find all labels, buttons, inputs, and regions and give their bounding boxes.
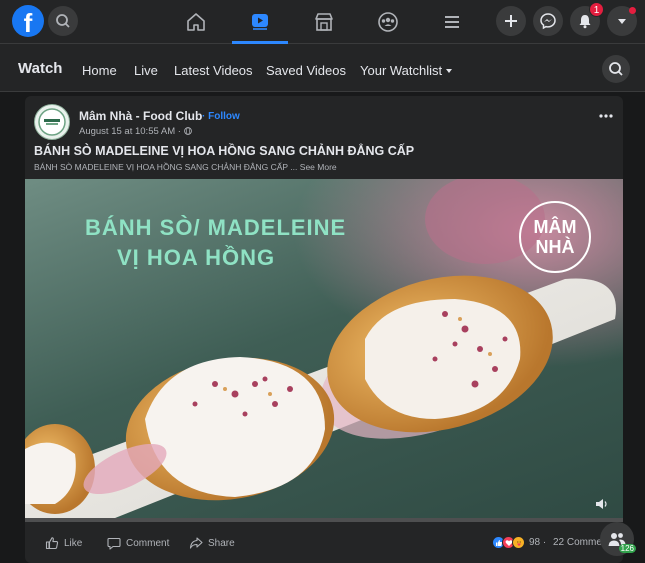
messenger-button[interactable] bbox=[533, 6, 563, 36]
search-icon bbox=[56, 14, 70, 28]
watch-link-home[interactable]: Home bbox=[82, 63, 117, 78]
marketplace-icon bbox=[315, 13, 333, 31]
hamburger-menu-icon bbox=[445, 16, 459, 28]
video-overlay-title-line1: BÁNH SÒ/ MADELEINE bbox=[85, 215, 347, 240]
video-player[interactable]: BÁNH SÒ/ MADELEINE VỊ HOA HỒNG MÂM NHÀ bbox=[25, 179, 623, 522]
comment-icon bbox=[107, 537, 121, 550]
watch-search-button[interactable] bbox=[602, 55, 630, 83]
speaker-icon bbox=[596, 499, 607, 509]
video-watermark-logo: MÂM NHÀ bbox=[519, 201, 591, 273]
tab-groups[interactable] bbox=[360, 0, 416, 44]
share-icon bbox=[189, 537, 203, 549]
facebook-logo[interactable]: f bbox=[12, 5, 44, 37]
bell-icon bbox=[579, 15, 591, 29]
top-navigation-bar: f 1 bbox=[0, 0, 645, 44]
video-overlay-title-line2: VỊ HOA HỒNG bbox=[117, 245, 276, 270]
watch-link-your-watchlist[interactable]: Your Watchlist bbox=[360, 63, 453, 78]
post-time-text: August 15 at 10:55 AM bbox=[79, 126, 176, 137]
post-title: BÁNH SÒ MADELEINE VỊ HOA HỒNG SANG CHẢNH… bbox=[34, 144, 415, 158]
globe-icon bbox=[183, 127, 192, 135]
reaction-summary[interactable]: 98 · bbox=[492, 536, 546, 549]
like-button[interactable]: Like bbox=[45, 536, 82, 550]
home-icon bbox=[187, 13, 205, 31]
post-description: BÁNH SÒ MADELEINE VỊ HOA HỒNG SANG CHẢNH… bbox=[34, 162, 337, 172]
post-options-button[interactable] bbox=[599, 106, 613, 122]
post-description-text: BÁNH SÒ MADELEINE VỊ HOA HỒNG SANG CHẢNH… bbox=[34, 162, 298, 172]
watch-icon bbox=[252, 13, 268, 30]
post-timestamp[interactable]: August 15 at 10:55 AM · bbox=[79, 126, 192, 137]
groups-icon bbox=[378, 12, 398, 32]
messenger-icon bbox=[540, 13, 556, 30]
contacts-chat-button[interactable]: 126 bbox=[600, 522, 636, 556]
comment-label: Comment bbox=[126, 537, 170, 549]
watch-navigation-bar: Watch Home Live Latest Videos Saved Vide… bbox=[0, 44, 645, 92]
watch-link-your-watchlist-label: Your Watchlist bbox=[360, 63, 443, 78]
reaction-count: 98 bbox=[529, 537, 541, 548]
reaction-separator: · bbox=[540, 537, 547, 548]
watch-title: Watch bbox=[18, 60, 63, 77]
notification-count-badge: 1 bbox=[589, 2, 604, 17]
plus-icon bbox=[505, 15, 517, 27]
caret-down-icon bbox=[446, 68, 453, 73]
share-button[interactable]: Share bbox=[189, 536, 235, 550]
follow-button[interactable]: · Follow bbox=[202, 111, 240, 122]
watch-link-live[interactable]: Live bbox=[134, 63, 158, 78]
comment-count[interactable]: 22 Comme bbox=[553, 537, 602, 548]
see-more-link[interactable]: See More bbox=[300, 162, 337, 172]
caret-down-icon bbox=[618, 19, 626, 24]
volume-button[interactable] bbox=[595, 497, 609, 515]
comment-button[interactable]: Comment bbox=[107, 536, 169, 550]
tab-watch[interactable] bbox=[232, 0, 288, 44]
page-name[interactable]: Mâm Nhà - Food Club bbox=[79, 109, 202, 123]
page-avatar[interactable] bbox=[34, 104, 70, 140]
video-post-card: Mâm Nhà - Food Club · Follow August 15 a… bbox=[25, 96, 623, 563]
tab-menu[interactable] bbox=[424, 0, 480, 44]
search-icon bbox=[609, 62, 623, 76]
search-button[interactable] bbox=[48, 6, 78, 36]
video-logo-line1: MÂM bbox=[533, 217, 577, 237]
video-progress-bar[interactable] bbox=[25, 518, 623, 522]
video-logo-line2: NHÀ bbox=[535, 237, 575, 257]
watch-link-latest-videos[interactable]: Latest Videos bbox=[174, 63, 253, 78]
online-contacts-count: 126 bbox=[618, 544, 636, 553]
care-reaction-icon bbox=[512, 536, 525, 549]
page-logo-icon bbox=[38, 108, 66, 136]
watch-link-saved-videos[interactable]: Saved Videos bbox=[266, 63, 346, 78]
notifications-button[interactable]: 1 bbox=[570, 2, 604, 36]
follow-label: Follow bbox=[208, 111, 240, 122]
account-menu-button[interactable] bbox=[607, 6, 637, 36]
more-horizontal-icon bbox=[599, 114, 613, 118]
like-label: Like bbox=[64, 537, 83, 549]
post-action-bar: Like Comment Share 98 · 22 Comme bbox=[25, 526, 623, 563]
tab-marketplace[interactable] bbox=[296, 0, 352, 44]
thumbs-up-icon bbox=[45, 537, 59, 550]
share-label: Share bbox=[208, 537, 235, 549]
account-alert-dot bbox=[629, 7, 636, 14]
tab-home[interactable] bbox=[168, 0, 224, 44]
create-button[interactable] bbox=[496, 6, 526, 36]
